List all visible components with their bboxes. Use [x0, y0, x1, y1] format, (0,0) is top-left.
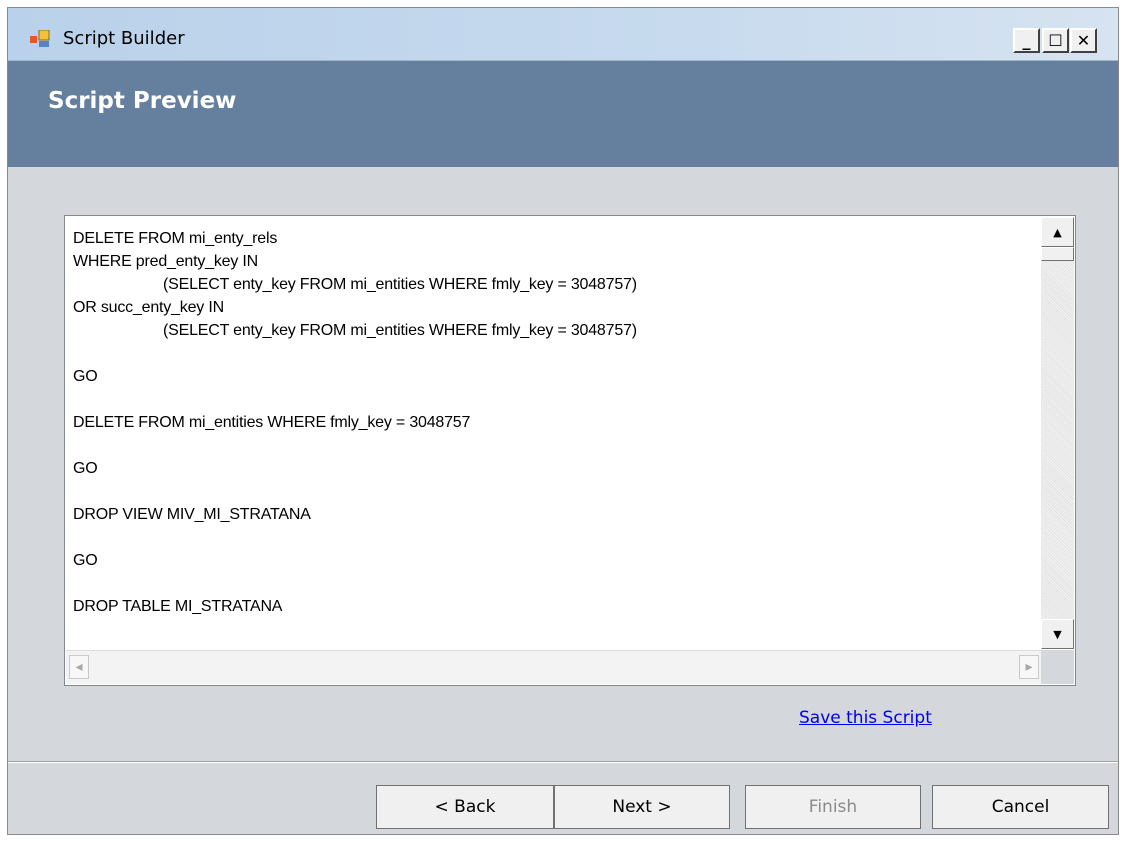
script-line: WHERE pred_enty_key IN	[73, 253, 259, 270]
script-line: DROP TABLE MI_STRATANA	[73, 598, 283, 615]
vertical-scrollbar[interactable]: ▲ ▼	[1041, 217, 1074, 649]
page-title: Script Preview	[48, 88, 237, 114]
finish-button[interactable]: Finish	[745, 785, 921, 829]
script-line: GO	[73, 552, 98, 569]
maximize-icon: ☐	[1048, 31, 1063, 50]
script-preview-textbox[interactable]: DELETE FROM mi_enty_rels WHERE pred_enty_…	[64, 215, 1076, 686]
window-title: Script Builder	[63, 28, 185, 49]
script-line: (SELECT enty_key FROM mi_entities WHERE …	[163, 276, 637, 293]
script-line: (SELECT enty_key FROM mi_entities WHERE …	[163, 322, 637, 339]
maximize-button[interactable]: ☐	[1042, 28, 1069, 53]
script-line: OR succ_enty_key IN	[73, 299, 224, 316]
script-line: GO	[73, 460, 98, 477]
scroll-up-button[interactable]: ▲	[1041, 217, 1074, 247]
app-icon	[30, 30, 50, 47]
script-line: DELETE FROM mi_enty_rels	[73, 230, 278, 247]
scroll-thumb[interactable]	[1041, 247, 1074, 261]
scroll-left-button[interactable]: ◂	[69, 655, 89, 679]
arrow-down-icon: ▼	[1053, 627, 1062, 641]
script-line	[73, 342, 1023, 365]
minimize-button[interactable]: _	[1013, 28, 1040, 53]
script-line: GO	[73, 368, 98, 385]
script-builder-window: Script Builder _ ☐ ✕ Script Preview DELE…	[7, 7, 1119, 835]
cancel-button[interactable]: Cancel	[932, 785, 1109, 829]
script-line: DELETE FROM mi_entities WHERE fmly_key =…	[73, 414, 471, 431]
wizard-header: Script Preview	[8, 61, 1118, 167]
script-line: DROP VIEW MIV_MI_STRATANA	[73, 506, 311, 523]
scrollbar-corner	[1041, 650, 1074, 684]
arrow-left-icon: ◂	[75, 659, 83, 675]
scroll-right-button[interactable]: ▸	[1019, 655, 1039, 679]
arrow-up-icon: ▲	[1053, 225, 1062, 239]
arrow-right-icon: ▸	[1025, 659, 1033, 675]
next-button[interactable]: Next >	[554, 785, 730, 829]
title-bar[interactable]: Script Builder _ ☐ ✕	[8, 8, 1118, 61]
close-button[interactable]: ✕	[1070, 28, 1097, 53]
script-line	[73, 480, 1023, 503]
save-script-link[interactable]: Save this Script	[799, 708, 932, 728]
footer-divider	[8, 761, 1118, 763]
horizontal-scrollbar[interactable]: ◂ ▸	[66, 650, 1042, 684]
script-line	[73, 434, 1023, 457]
scroll-down-button[interactable]: ▼	[1041, 619, 1074, 649]
minimize-icon: _	[1022, 31, 1031, 50]
close-icon: ✕	[1076, 31, 1091, 50]
script-line	[73, 572, 1023, 595]
script-content[interactable]: DELETE FROM mi_enty_rels WHERE pred_enty_…	[73, 227, 1023, 637]
back-button[interactable]: < Back	[376, 785, 554, 829]
script-line	[73, 526, 1023, 549]
script-line	[73, 388, 1023, 411]
